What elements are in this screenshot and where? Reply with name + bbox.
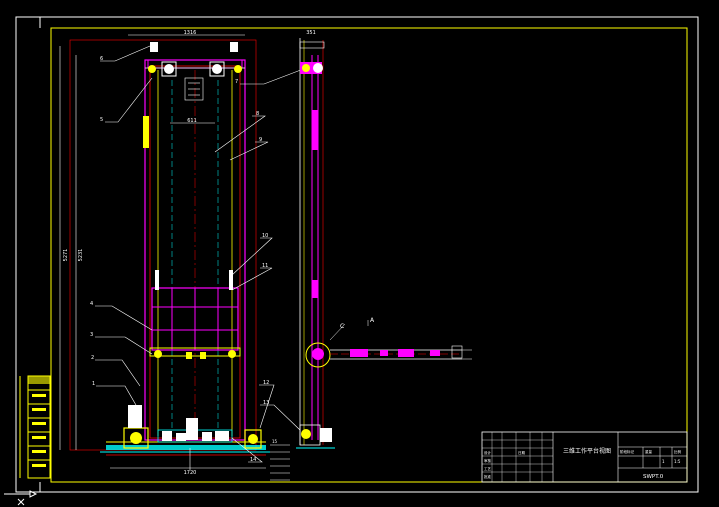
side-view bbox=[296, 38, 472, 449]
leader-lines bbox=[95, 45, 307, 463]
dim-height-outer: 5271 bbox=[63, 249, 69, 262]
tb-row-5: 日期 bbox=[518, 450, 526, 455]
cad-drawing-canvas: 1316 611 1720 5271 5231 351 1 2 3 4 5 6 … bbox=[4, 16, 699, 506]
tb-mid-2: 重量 bbox=[645, 449, 653, 454]
section-mark-c: C bbox=[340, 323, 344, 330]
drawing-title: 三维工作平台视图 bbox=[563, 447, 611, 455]
balloon-12: 12 bbox=[263, 380, 269, 386]
balloon-10: 10 bbox=[262, 233, 268, 239]
balloon-1: 1 bbox=[92, 381, 95, 387]
drawing-number: SWPT.0 bbox=[643, 474, 664, 480]
balloon-13: 13 bbox=[263, 400, 269, 406]
tb-row-1: 设计 bbox=[484, 450, 492, 455]
balloon-9: 9 bbox=[259, 137, 262, 143]
balloon-4: 4 bbox=[90, 301, 93, 307]
front-view bbox=[59, 34, 270, 470]
dim-bottom-width: 1720 bbox=[184, 470, 197, 476]
balloon-3: 3 bbox=[90, 332, 93, 338]
dim-top-width: 1316 bbox=[184, 30, 197, 36]
view-mark-a: A bbox=[370, 317, 375, 324]
inner-border bbox=[50, 27, 688, 483]
drawing-scale: 1:5 bbox=[674, 459, 681, 464]
ucs-icon bbox=[4, 490, 38, 506]
balloon-labels: 1 2 3 4 5 6 7 8 9 10 11 12 13 14 bbox=[90, 56, 269, 463]
balloon-14: 14 bbox=[250, 457, 256, 463]
dim-height-inner: 5231 bbox=[78, 249, 84, 262]
outer-border bbox=[15, 16, 699, 493]
balloon-5: 5 bbox=[100, 117, 103, 123]
balloon-8: 8 bbox=[256, 111, 259, 117]
balloon-15: 15 bbox=[272, 439, 278, 444]
dim-inner-width: 611 bbox=[187, 118, 197, 124]
tb-row-4: 批准 bbox=[484, 474, 492, 479]
balloon-15-note bbox=[270, 444, 290, 481]
balloon-2: 2 bbox=[91, 355, 94, 361]
tb-row-3: 工艺 bbox=[484, 466, 492, 471]
tb-mid-3: 比例 bbox=[674, 449, 682, 454]
balloon-6: 6 bbox=[100, 56, 103, 62]
drawing-sheet: 1 bbox=[662, 459, 665, 464]
tb-row-2: 审核 bbox=[484, 458, 492, 463]
balloon-7: 7 bbox=[235, 79, 238, 85]
revision-strip bbox=[19, 375, 51, 479]
dim-side-width: 351 bbox=[306, 30, 316, 36]
tb-mid-1: 阶段标记 bbox=[620, 449, 634, 454]
balloon-11: 11 bbox=[262, 263, 268, 269]
